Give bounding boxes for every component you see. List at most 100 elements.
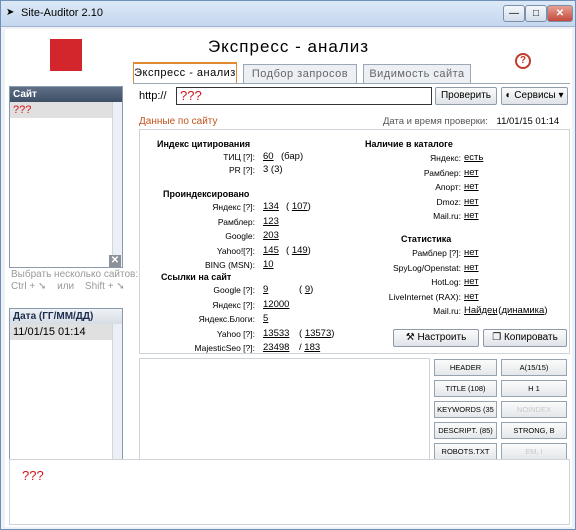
row-value[interactable]: нет xyxy=(464,167,479,178)
links-header: Ссылки на сайт xyxy=(161,272,232,282)
shift-hint: Shift + xyxy=(84,281,114,292)
row-label: Рамблер [?]: xyxy=(412,248,461,258)
url-input[interactable]: ??? xyxy=(176,87,432,105)
catalogs-header: Наличие в каталоге xyxy=(365,139,453,149)
url-prefix: http:// xyxy=(139,90,167,102)
remove-site-icon[interactable]: ✕ xyxy=(109,255,121,267)
row-value[interactable]: нет xyxy=(464,247,479,258)
row-extra-value[interactable]: 13573 xyxy=(305,328,331,339)
row-label: Google: xyxy=(225,231,255,242)
row-value[interactable]: нет xyxy=(464,276,479,287)
seo-button: NOINDEX xyxy=(501,401,567,418)
seo-button[interactable]: ROBOTS.TXT xyxy=(434,443,497,460)
row-label: Yahoo![?]: xyxy=(216,245,255,256)
bottom-text: ??? xyxy=(22,468,44,483)
tab-divider xyxy=(133,83,570,84)
window-title: Site-Auditor 2.10 xyxy=(21,7,103,19)
copy-button[interactable]: ❐ Копировать xyxy=(483,329,567,347)
row-value[interactable]: 123 xyxy=(263,216,279,227)
row-label: Апорт: xyxy=(435,182,461,193)
row-value[interactable]: 9 xyxy=(263,284,268,295)
row-value[interactable]: нет xyxy=(464,181,479,192)
copy-icon: ❐ xyxy=(492,332,502,343)
dates-panel: Дата (ГГ/ММ/ДД) 11/01/15 01:14 xyxy=(9,308,123,480)
row-value[interactable]: 5 xyxy=(263,313,268,324)
bottom-text-area[interactable]: ??? xyxy=(9,459,570,525)
row-value[interactable]: 134 xyxy=(263,201,279,212)
row-value[interactable]: нет xyxy=(464,262,479,273)
row-value[interactable]: нет xyxy=(464,291,479,302)
seo-button[interactable]: A(15/15) xyxy=(501,359,567,376)
check-button[interactable]: Проверить xyxy=(435,87,497,105)
seo-button[interactable]: STRONG, B xyxy=(501,422,567,439)
dates-header: Дата (ГГ/ММ/ДД) xyxy=(10,309,122,324)
date-list-item[interactable]: 11/01/15 01:14 xyxy=(10,324,122,340)
pr-label: PR [?]: xyxy=(229,165,255,175)
site-list-item[interactable]: ??? xyxy=(10,102,122,118)
row-extra-wrap: / 183 xyxy=(299,342,321,354)
row-label: SpyLog/Openstat: xyxy=(392,262,461,273)
row-label: LiveInternet (RAX): xyxy=(388,291,461,302)
row-label: Mail.ru: xyxy=(433,306,461,317)
row-extra-value[interactable]: 9 xyxy=(305,284,310,295)
row-extra-value[interactable]: динамика xyxy=(501,305,544,316)
tic-label: ТИЦ [?]: xyxy=(223,152,255,162)
row-label: Yahoo [?]: xyxy=(216,328,255,339)
ctrl-hint: Ctrl + xyxy=(11,281,36,292)
row-extra-value[interactable]: 107 xyxy=(292,201,308,212)
sites-scrollbar[interactable] xyxy=(112,102,122,267)
maximize-button[interactable]: □ xyxy=(525,5,547,22)
row-extra-wrap: , (динамика) xyxy=(493,305,548,317)
help-icon[interactable]: ? xyxy=(515,53,531,69)
tab-query-selection[interactable]: Подбор запросов xyxy=(243,64,357,83)
indexed-header: Проиндексировано xyxy=(163,189,250,199)
row-value[interactable]: 10 xyxy=(263,259,274,270)
row-label: Яндекс: xyxy=(430,153,461,163)
dates-scrollbar[interactable] xyxy=(112,324,122,479)
row-value[interactable]: есть xyxy=(464,152,483,163)
multi-select-hint: Выбрать несколько сайтов: xyxy=(11,269,139,280)
check-time-label: Дата и время проверки: xyxy=(383,116,488,127)
row-label: Mail.ru: xyxy=(433,211,461,222)
cursor-icon: ➘ xyxy=(37,281,47,292)
seo-button[interactable]: DESCRIPT. (85) xyxy=(434,422,497,439)
tab-site-visibility[interactable]: Видимость сайта xyxy=(363,64,471,83)
seo-button: EM, I xyxy=(501,443,567,460)
tic-value[interactable]: 60 xyxy=(263,151,274,162)
row-extra-value[interactable]: 149 xyxy=(292,245,308,256)
row-label: MajesticSeo [?]: xyxy=(194,343,255,354)
services-button[interactable]: ◐ Сервисы ▾ xyxy=(501,87,568,105)
row-label: Рамблер: xyxy=(423,167,461,178)
row-value[interactable]: 23498 xyxy=(263,342,289,353)
row-value[interactable]: 203 xyxy=(263,230,279,241)
row-value[interactable]: нет xyxy=(464,210,479,221)
configure-button[interactable]: ⚒ Настроить xyxy=(393,329,479,347)
row-value[interactable]: 12000 xyxy=(263,299,289,310)
row-label: Яндекс [?]: xyxy=(212,299,255,310)
row-value[interactable]: 13533 xyxy=(263,328,289,339)
app-window: ➤ Site-Auditor 2.10 — □ ✕ Экспресс - ана… xyxy=(0,0,576,530)
row-extra-value[interactable]: 183 xyxy=(304,342,320,353)
row-label: Яндекс [?]: xyxy=(212,202,255,212)
seo-button[interactable]: HEADER xyxy=(434,359,497,376)
row-extra-wrap: ( 9) xyxy=(299,284,314,295)
dropdown-arrow-icon: ▾ xyxy=(558,90,564,101)
page-title: Экспресс - анализ xyxy=(207,37,370,56)
close-button[interactable]: ✕ xyxy=(547,5,573,22)
pr-value: 3 (3) xyxy=(263,164,283,175)
sites-header: Сайт xyxy=(10,87,122,102)
row-extra-wrap: ( 107) xyxy=(286,201,311,212)
title-bar: ➤ Site-Auditor 2.10 — □ ✕ xyxy=(1,1,575,27)
seo-button[interactable]: TITLE (108) xyxy=(434,380,497,397)
row-value[interactable]: нет xyxy=(464,196,479,207)
sites-panel: Сайт ??? xyxy=(9,86,123,268)
check-time-value: 11/01/15 01:14 xyxy=(496,116,560,127)
globe-icon: ◐ xyxy=(505,90,512,101)
seo-button[interactable]: KEYWORDS (35 xyxy=(434,401,497,418)
minimize-button[interactable]: — xyxy=(503,5,525,22)
client-area: Экспресс - анализ ? Экспресс - анализ По… xyxy=(5,29,572,527)
tab-express-analysis[interactable]: Экспресс - анализ xyxy=(133,62,237,83)
cursor-icon: ➘ xyxy=(116,281,125,292)
seo-button[interactable]: H 1 xyxy=(501,380,567,397)
row-value[interactable]: 145 xyxy=(263,245,279,256)
